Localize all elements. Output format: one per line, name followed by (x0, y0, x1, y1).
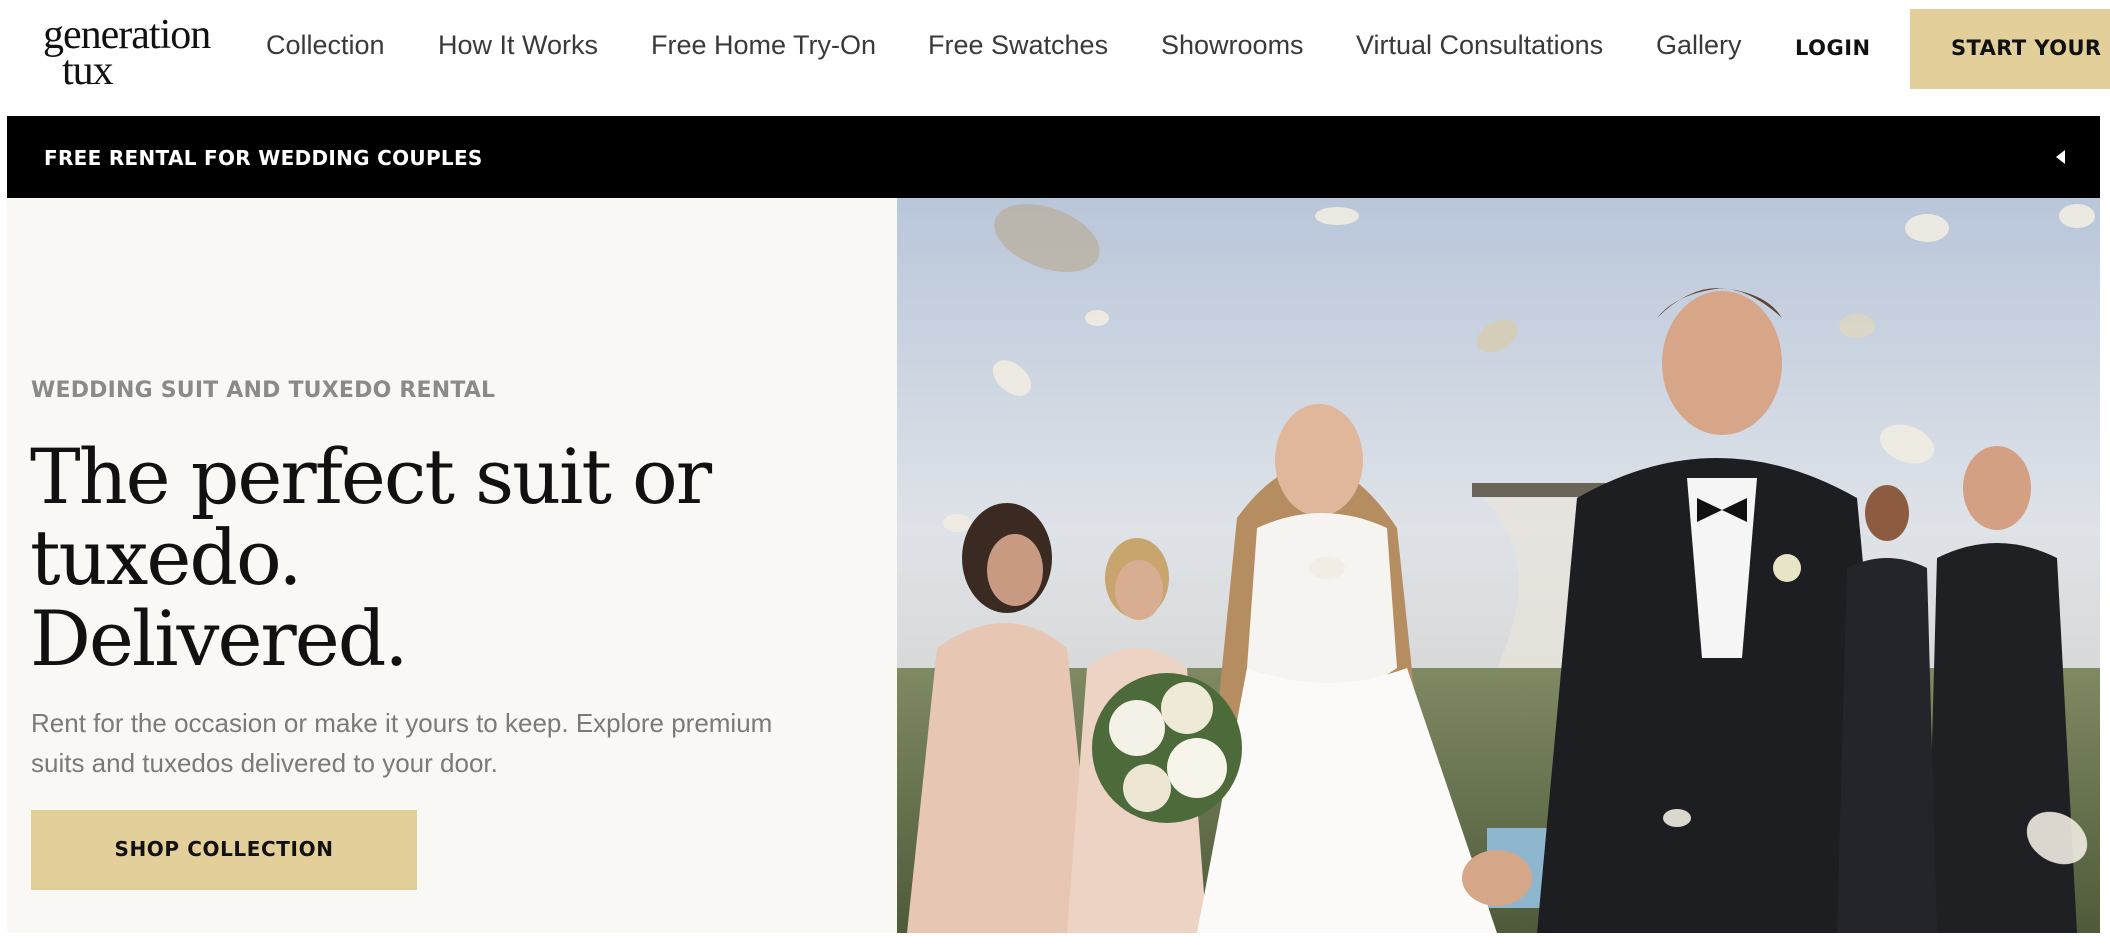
hero-section: WEDDING SUIT AND TUXEDO RENTAL The perfe… (7, 198, 2100, 933)
logo-line-2: tux (62, 48, 114, 95)
promo-banner: FREE RENTAL FOR WEDDING COUPLES (7, 116, 2100, 198)
hero-headline-line-1: The perfect suit or (30, 432, 712, 521)
hero-wedding-photo (897, 198, 2100, 933)
nav-how-it-works[interactable]: How It Works (438, 30, 598, 61)
nav-free-swatches[interactable]: Free Swatches (928, 30, 1108, 61)
hero-subcopy: Rent for the occasion or make it yours t… (31, 703, 851, 783)
nav-gallery[interactable]: Gallery (1656, 30, 1742, 61)
site-header: generation tux Collection How It Works F… (0, 0, 2110, 116)
wedding-couple-illustration (897, 198, 2100, 933)
hero-headline-line-3: Delivered. (30, 594, 409, 683)
hero-text-panel: WEDDING SUIT AND TUXEDO RENTAL The perfe… (7, 198, 897, 933)
hero-subcopy-line-1: Rent for the occasion or make it yours t… (31, 708, 773, 738)
nav-showrooms[interactable]: Showrooms (1161, 30, 1304, 61)
shop-collection-button[interactable]: SHOP COLLECTION (31, 810, 417, 890)
generation-tux-logo[interactable]: generation tux (43, 14, 223, 92)
login-link[interactable]: LOGIN (1795, 36, 1871, 60)
nav-free-home-try-on[interactable]: Free Home Try-On (651, 30, 876, 61)
promo-text: FREE RENTAL FOR WEDDING COUPLES (44, 146, 483, 170)
start-your-event-label: START YOUR EVENT (1951, 36, 2110, 60)
hero-subcopy-line-2: suits and tuxedos delivered to your door… (31, 748, 498, 778)
hero-headline: The perfect suit or tuxedo. Delivered. (30, 436, 850, 679)
start-your-event-button[interactable]: START YOUR EVENT (1910, 9, 2110, 89)
nav-virtual-consultations[interactable]: Virtual Consultations (1356, 30, 1603, 61)
nav-collection[interactable]: Collection (266, 30, 385, 61)
hero-eyebrow: WEDDING SUIT AND TUXEDO RENTAL (31, 378, 496, 403)
shop-collection-label: SHOP COLLECTION (114, 837, 334, 861)
hero-headline-line-2: tuxedo. (30, 513, 303, 602)
chevron-left-icon[interactable] (2050, 146, 2072, 168)
